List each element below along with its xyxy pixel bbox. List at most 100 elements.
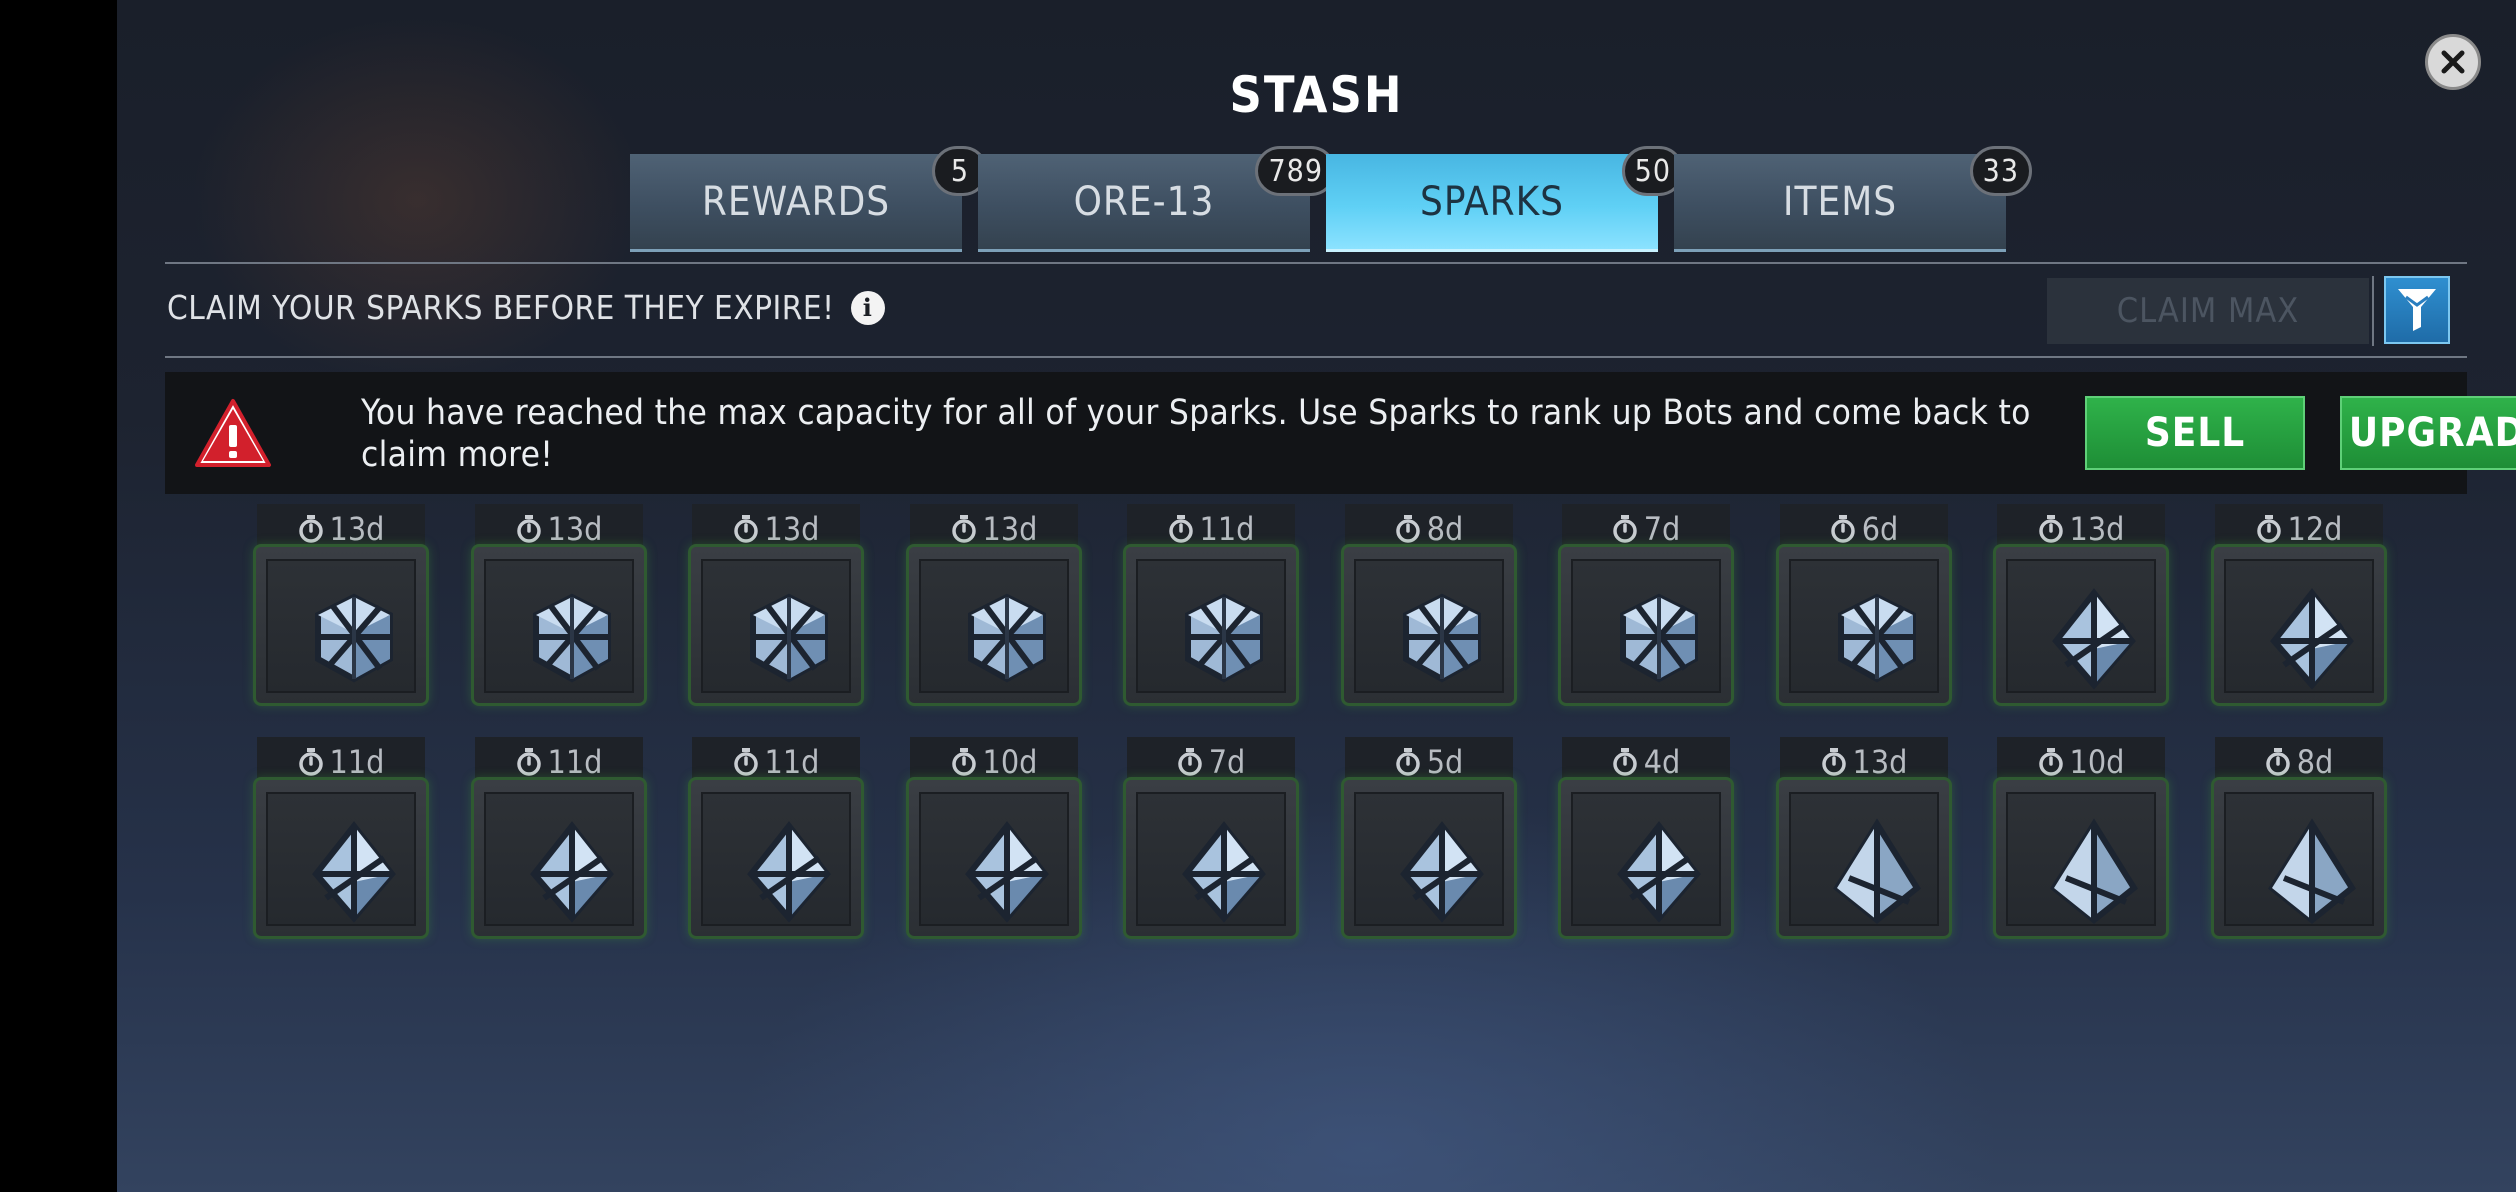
spark-card[interactable]: 7d bbox=[1558, 504, 1734, 706]
spark-card[interactable]: 11d bbox=[1123, 504, 1299, 706]
spark-slot bbox=[906, 544, 1082, 706]
upgrade-button[interactable]: UPGRADE bbox=[2340, 396, 2516, 470]
divider bbox=[2372, 276, 2374, 346]
timer-icon bbox=[951, 515, 976, 543]
spark-card[interactable]: 13d bbox=[906, 504, 1082, 706]
timer-text: 6d bbox=[1861, 510, 1899, 548]
spark-card[interactable]: 11d bbox=[471, 737, 647, 939]
spark-slot bbox=[471, 777, 647, 939]
claim-max-button[interactable]: CLAIM MAX bbox=[2047, 278, 2369, 344]
spark-card[interactable]: 10d bbox=[1993, 737, 2169, 939]
spark-octahedron-icon bbox=[2052, 588, 2136, 690]
spark-slot-inner bbox=[484, 559, 634, 693]
spark-cube-icon bbox=[1838, 593, 1916, 683]
divider bbox=[165, 262, 2467, 264]
timer-text: 11d bbox=[547, 743, 603, 781]
spark-card[interactable]: 8d bbox=[1341, 504, 1517, 706]
timer-icon bbox=[516, 515, 541, 543]
spark-slot-inner bbox=[919, 559, 1069, 693]
timer-icon bbox=[2038, 748, 2063, 776]
spark-slot bbox=[471, 544, 647, 706]
tab-ore-13[interactable]: ORE-13 789 bbox=[978, 146, 1336, 252]
timer-text: 13d bbox=[329, 510, 385, 548]
spark-card[interactable]: 12d bbox=[2211, 504, 2387, 706]
close-icon bbox=[2441, 50, 2465, 74]
spark-slot-inner bbox=[266, 559, 416, 693]
spark-card[interactable]: 13d bbox=[471, 504, 647, 706]
spark-card[interactable]: 5d bbox=[1341, 737, 1517, 939]
tab-sparks[interactable]: SPARKS 50 bbox=[1326, 146, 1684, 252]
spark-slot-inner bbox=[1789, 559, 1939, 693]
spark-card[interactable]: 13d bbox=[253, 504, 429, 706]
timer-text: 13d bbox=[2069, 510, 2125, 548]
screen-title: STASH bbox=[1229, 66, 1404, 124]
spark-octahedron-icon bbox=[1182, 821, 1266, 923]
timer-text: 8d bbox=[1426, 510, 1464, 548]
alert-message: You have reached the max capacity for al… bbox=[361, 393, 2031, 475]
spark-slot-inner bbox=[2224, 559, 2374, 693]
timer-icon bbox=[1177, 748, 1202, 776]
timer-icon bbox=[951, 748, 976, 776]
spark-cube-icon bbox=[968, 593, 1046, 683]
timer-icon bbox=[298, 515, 323, 543]
timer-text: 11d bbox=[1199, 510, 1255, 548]
tab-label: ORE-13 bbox=[1073, 178, 1215, 225]
timer-icon bbox=[1830, 515, 1855, 543]
count-badge: 33 bbox=[1969, 146, 2032, 196]
spark-card[interactable]: 7d bbox=[1123, 737, 1299, 939]
spark-card[interactable]: 4d bbox=[1558, 737, 1734, 939]
info-icon[interactable]: i bbox=[850, 290, 885, 325]
timer-text: 8d bbox=[2296, 743, 2334, 781]
spark-slot-inner bbox=[1571, 559, 1721, 693]
timer-icon bbox=[298, 748, 323, 776]
spark-card[interactable]: 8d bbox=[2211, 737, 2387, 939]
tab-items[interactable]: ITEMS 33 bbox=[1674, 146, 2032, 252]
spark-card[interactable]: 13d bbox=[1993, 504, 2169, 706]
timer-icon bbox=[1395, 515, 1420, 543]
timer-text: 7d bbox=[1643, 510, 1681, 548]
spark-cube-icon bbox=[750, 593, 828, 683]
spark-slot-inner bbox=[701, 792, 851, 926]
spark-slot-inner bbox=[2006, 559, 2156, 693]
filter-icon bbox=[2398, 289, 2436, 331]
spark-cube-icon bbox=[1620, 593, 1698, 683]
spark-card[interactable]: 11d bbox=[253, 737, 429, 939]
spark-octahedron-icon bbox=[747, 821, 831, 923]
spark-slot bbox=[688, 544, 864, 706]
spark-card[interactable]: 6d bbox=[1776, 504, 1952, 706]
game-screen: STASH REWARDS 5 ORE-13 789 SPARKS 50 ITE… bbox=[117, 0, 2516, 1192]
close-button[interactable] bbox=[2425, 34, 2481, 90]
spark-octahedron-icon bbox=[1400, 821, 1484, 923]
spark-card[interactable]: 13d bbox=[1776, 737, 1952, 939]
spark-slot bbox=[1558, 777, 1734, 939]
spark-octahedron-icon bbox=[2270, 588, 2354, 690]
timer-icon bbox=[1168, 515, 1193, 543]
timer-icon bbox=[516, 748, 541, 776]
spark-slot-inner bbox=[266, 792, 416, 926]
spark-slot bbox=[1123, 544, 1299, 706]
count-badge: 789 bbox=[1255, 146, 1336, 196]
spark-slot bbox=[1993, 544, 2169, 706]
tab-rewards[interactable]: REWARDS 5 bbox=[630, 146, 988, 252]
claim-text: CLAIM YOUR SPARKS BEFORE THEY EXPIRE! bbox=[167, 288, 835, 327]
spark-octahedron-icon bbox=[530, 821, 614, 923]
spark-tetrahedron-icon bbox=[1833, 818, 1921, 924]
spark-card[interactable]: 11d bbox=[688, 737, 864, 939]
spark-tetrahedron-icon bbox=[2050, 818, 2138, 924]
spark-slot bbox=[1993, 777, 2169, 939]
timer-text: 7d bbox=[1208, 743, 1246, 781]
spark-card[interactable]: 10d bbox=[906, 737, 1082, 939]
timer-text: 12d bbox=[2287, 510, 2343, 548]
spark-slot bbox=[1776, 777, 1952, 939]
timer-icon bbox=[733, 515, 758, 543]
timer-icon bbox=[1612, 748, 1637, 776]
spark-slot bbox=[688, 777, 864, 939]
spark-slot bbox=[1776, 544, 1952, 706]
filter-button[interactable] bbox=[2384, 276, 2450, 344]
timer-icon bbox=[1395, 748, 1420, 776]
sell-button[interactable]: SELL bbox=[2085, 396, 2305, 470]
spark-slot bbox=[1123, 777, 1299, 939]
spark-slot-inner bbox=[701, 559, 851, 693]
spark-card[interactable]: 13d bbox=[688, 504, 864, 706]
timer-text: 4d bbox=[1643, 743, 1681, 781]
